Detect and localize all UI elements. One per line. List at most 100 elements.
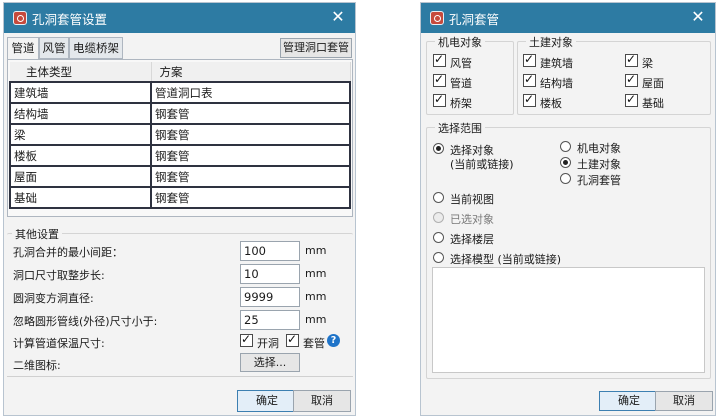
host-type-cell[interactable]: 楼板 [9, 144, 152, 167]
ok-button[interactable]: 确定 [237, 390, 297, 412]
round-to-square-input[interactable]: 9999 [240, 287, 300, 307]
struct-wall-label: 结构墙 [540, 77, 573, 90]
scheme-cell[interactable]: 钢套管 [150, 165, 351, 188]
app-logo-icon [430, 11, 444, 25]
mep-objects-radio-label: 机电对象 [577, 142, 621, 155]
dialog-title: 孔洞套管设置 [32, 11, 108, 27]
selection-scope-title: 选择范围 [435, 120, 485, 136]
sleeve-checkbox-label: 套管 [303, 337, 325, 350]
scheme-table: 主体类型 方案 建筑墙 管道洞口表 结构墙 钢套管 梁 钢套管 楼板 钢套管 屋… [9, 62, 351, 209]
divider [7, 376, 353, 377]
struct-wall-checkbox[interactable] [523, 72, 536, 87]
tab-cable-tray[interactable]: 电缆桥架 [69, 37, 123, 59]
sleeve-objects-radio-label: 孔洞套管 [577, 174, 621, 187]
duct-checkbox[interactable] [433, 52, 446, 67]
host-type-cell[interactable]: 基础 [9, 186, 152, 209]
table-row[interactable]: 结构墙 钢套管 [9, 102, 351, 125]
select-objects-radio[interactable] [433, 143, 444, 154]
select-models-label: 选择模型 (当前或链接) [450, 253, 562, 266]
scheme-table-panel: 主体类型 方案 建筑墙 管道洞口表 结构墙 钢套管 梁 钢套管 楼板 钢套管 屋… [7, 59, 353, 217]
foundation-checkbox[interactable] [625, 92, 638, 107]
tab-pipe[interactable]: 管道 [7, 37, 39, 60]
current-view-label: 当前视图 [450, 193, 494, 206]
civil-objects-title: 土建对象 [526, 34, 576, 50]
host-type-cell[interactable]: 屋面 [9, 165, 152, 188]
dialog-title: 孔洞套管 [449, 11, 500, 27]
arch-wall-checkbox[interactable] [523, 52, 536, 67]
scheme-cell[interactable]: 管道洞口表 [150, 81, 351, 104]
table-row[interactable]: 梁 钢套管 [9, 123, 351, 146]
icon2d-label: 二维图标: [13, 359, 61, 372]
beam-checkbox[interactable] [625, 52, 638, 67]
select-levels-radio[interactable] [433, 232, 444, 243]
slab-checkbox[interactable] [523, 92, 536, 107]
round-to-square-label: 圆洞变方洞直径: [13, 292, 94, 305]
duct-label: 风管 [450, 57, 472, 70]
host-type-cell[interactable]: 建筑墙 [9, 81, 152, 104]
table-row[interactable]: 屋面 钢套管 [9, 165, 351, 188]
pipe-label: 管道 [450, 77, 472, 90]
round-step-input[interactable]: 10 [240, 264, 300, 284]
host-type-cell[interactable]: 梁 [9, 123, 152, 146]
ignore-size-input[interactable]: 25 [240, 310, 300, 330]
tab-duct[interactable]: 风管 [39, 37, 69, 59]
ignore-size-label: 忽略圆形管线(外径)尺寸小于: [13, 315, 158, 328]
selected-objects-radio[interactable] [433, 212, 444, 223]
sleeve-objects-radio[interactable] [560, 173, 571, 184]
table-row[interactable]: 基础 钢套管 [9, 186, 351, 209]
tray-checkbox[interactable] [433, 92, 446, 107]
arch-wall-label: 建筑墙 [540, 57, 573, 70]
opening-checkbox[interactable] [240, 332, 253, 347]
pipe-checkbox[interactable] [433, 72, 446, 87]
table-row[interactable]: 楼板 钢套管 [9, 144, 351, 167]
scheme-cell[interactable]: 钢套管 [150, 144, 351, 167]
unit-label: mm [305, 313, 327, 326]
help-icon[interactable]: ? [327, 334, 340, 347]
select-objects-sublabel: (当前或链接) [450, 158, 514, 171]
scheme-cell[interactable]: 钢套管 [150, 102, 351, 125]
min-merge-distance-input[interactable]: 100 [240, 241, 300, 261]
unit-label: mm [305, 290, 327, 303]
foundation-label: 基础 [642, 97, 664, 110]
cancel-button[interactable]: 取消 [293, 390, 351, 412]
close-icon[interactable]: ✕ [689, 8, 707, 26]
model-list-box[interactable] [432, 267, 705, 373]
mep-objects-radio[interactable] [560, 141, 571, 152]
sleeve-checkbox[interactable] [286, 332, 299, 347]
select-icon-button[interactable]: 选择... [240, 353, 300, 372]
tray-label: 桥架 [450, 97, 472, 110]
unit-label: mm [305, 267, 327, 280]
select-levels-label: 选择楼层 [450, 233, 494, 246]
ok-button[interactable]: 确定 [599, 391, 659, 411]
unit-label: mm [305, 244, 327, 257]
scheme-cell[interactable]: 钢套管 [150, 186, 351, 209]
other-settings-title: 其他设置 [12, 226, 62, 242]
civil-objects-radio[interactable] [560, 157, 571, 168]
title-bar: 孔洞套管 ✕ [421, 3, 715, 33]
roof-checkbox[interactable] [625, 72, 638, 87]
table-row[interactable]: 建筑墙 管道洞口表 [9, 81, 351, 104]
select-models-radio[interactable] [433, 252, 444, 263]
column-header-scheme[interactable]: 方案 [151, 62, 351, 83]
host-type-cell[interactable]: 结构墙 [9, 102, 152, 125]
civil-objects-radio-label: 土建对象 [577, 158, 621, 171]
sleeve-dialog: 孔洞套管 ✕ 机电对象 风管 管道 桥架 土建对象 建筑墙 梁 结构墙 屋面 楼… [420, 2, 716, 416]
close-icon[interactable]: ✕ [329, 8, 347, 26]
cancel-button[interactable]: 取消 [655, 391, 713, 411]
current-view-radio[interactable] [433, 192, 444, 203]
roof-label: 屋面 [642, 77, 664, 90]
beam-label: 梁 [642, 57, 653, 70]
selected-objects-label: 已选对象 [450, 213, 494, 226]
sleeve-settings-dialog: 孔洞套管设置 ✕ 管道 风管 电缆桥架 管理洞口套管 主体类型 方案 建筑墙 管… [3, 2, 356, 416]
scheme-cell[interactable]: 钢套管 [150, 123, 351, 146]
column-header-host-type[interactable]: 主体类型 [10, 62, 152, 83]
min-merge-distance-label: 孔洞合并的最小间距： [13, 246, 123, 259]
slab-label: 楼板 [540, 97, 562, 110]
title-bar: 孔洞套管设置 ✕ [4, 3, 355, 33]
opening-checkbox-label: 开洞 [257, 337, 279, 350]
app-logo-icon [13, 11, 27, 25]
mep-objects-title: 机电对象 [435, 34, 485, 50]
insulation-label: 计算管道保温尺寸: [13, 337, 105, 350]
manage-openings-button[interactable]: 管理洞口套管 [280, 38, 352, 58]
round-step-label: 洞口尺寸取整步长: [13, 269, 105, 282]
